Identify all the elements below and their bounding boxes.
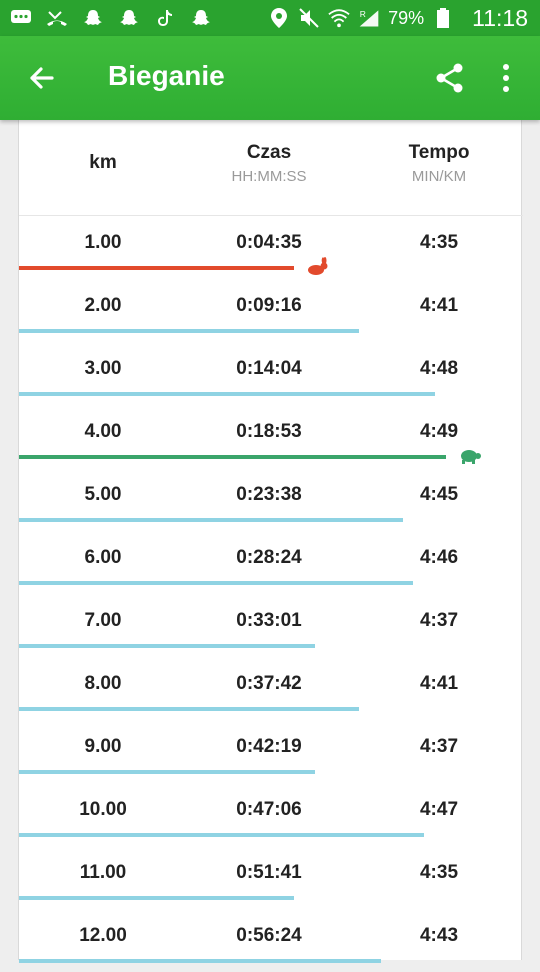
share-icon[interactable] [432,60,468,96]
column-header-km: km [53,152,153,174]
split-row: 1.00 0:04:35 4:35 [19,216,523,279]
table-header: km Czas HH:MM:SS Tempo MIN/KM [19,120,523,216]
split-km: 9.00 [84,736,122,757]
missed-call-icon [46,7,68,29]
split-row: 11.00 0:51:41 4:35 [19,846,523,909]
svg-text:R: R [360,9,366,19]
split-row: 6.00 0:28:24 4:46 [19,531,523,594]
pace-bar [19,833,424,837]
split-row: 8.00 0:37:42 4:41 [19,657,523,720]
rabbit-icon [308,257,328,275]
pace-bar [19,392,435,396]
tempo-header-label: Tempo [408,142,470,163]
wifi-icon [328,7,350,29]
split-row: 4.00 0:18:53 4:49 [19,405,523,468]
column-header-czas: Czas HH:MM:SS [189,142,349,185]
split-tempo: 4:41 [419,673,459,694]
snapchat-icon [82,7,104,29]
split-czas: 0:14:04 [236,358,302,379]
split-row: 7.00 0:33:01 4:37 [19,594,523,657]
pace-bar [19,644,315,648]
split-czas: 0:37:42 [236,673,302,694]
split-row: 12.00 0:56:24 4:43 [19,909,523,972]
split-km: 2.00 [84,295,122,316]
split-tempo: 4:43 [419,925,459,946]
split-czas: 0:18:53 [236,421,302,442]
split-row: 2.00 0:09:16 4:41 [19,279,523,342]
split-tempo: 4:35 [419,862,459,883]
split-czas: 0:42:19 [236,736,302,757]
split-km: 7.00 [84,610,122,631]
split-km: 4.00 [84,421,122,442]
pace-bar [19,770,315,774]
battery-icon [432,7,454,29]
split-km: 1.00 [84,232,122,253]
turtle-icon [461,450,481,464]
split-row: 9.00 0:42:19 4:37 [19,720,523,783]
split-czas: 0:33:01 [236,610,302,631]
more-options-icon[interactable] [494,60,518,96]
tiktok-icon [154,7,176,29]
split-tempo: 4:37 [419,610,459,631]
pace-bar [19,329,359,333]
tempo-unit-label: MIN/KM [411,168,467,185]
status-bar: R 79% 11:18 [0,0,540,36]
split-czas: 0:51:41 [236,862,302,883]
split-czas: 0:28:24 [236,547,302,568]
app-bar: Bieganie [0,36,540,120]
czas-header-label: Czas [246,142,292,163]
split-czas: 0:47:06 [236,799,302,820]
czas-unit-label: HH:MM:SS [231,168,307,185]
back-arrow-icon[interactable] [24,60,60,96]
pace-bar [19,518,403,522]
snapchat-icon [190,7,212,29]
split-km: 11.00 [79,862,127,883]
split-czas: 0:56:24 [236,925,302,946]
split-czas: 0:04:35 [236,232,302,253]
split-tempo: 4:41 [419,295,459,316]
km-header-label: km [89,152,117,173]
split-km: 5.00 [84,484,122,505]
split-row: 10.00 0:47:06 4:47 [19,783,523,846]
split-tempo: 4:49 [419,421,459,442]
split-tempo: 4:46 [419,547,459,568]
split-km: 8.00 [84,673,122,694]
pace-bar [19,455,446,459]
split-km: 6.00 [84,547,122,568]
chat-icon [10,7,32,29]
split-km: 12.00 [79,925,127,946]
page-title: Bieganie [108,60,225,91]
pace-bar [19,896,294,900]
pace-bar [19,707,359,711]
splits-card: km Czas HH:MM:SS Tempo MIN/KM 1.00 0:04:3… [18,120,523,963]
pace-bar [19,581,413,585]
split-tempo: 4:37 [419,736,459,757]
split-km: 10.00 [79,799,127,820]
signal-icon: R [358,7,380,29]
location-icon [268,7,290,29]
pace-bar [19,266,294,270]
split-czas: 0:09:16 [236,295,302,316]
split-row: 3.00 0:14:04 4:48 [19,342,523,405]
split-czas: 0:23:38 [236,484,302,505]
mute-icon [298,7,320,29]
battery-percent: 79% [388,7,425,28]
split-row: 5.00 0:23:38 4:45 [19,468,523,531]
snapchat-icon [118,7,140,29]
split-tempo: 4:47 [419,799,459,820]
clock: 11:18 [472,4,528,31]
split-tempo: 4:48 [419,358,459,379]
split-km: 3.00 [84,358,122,379]
split-tempo: 4:35 [419,232,459,253]
column-header-tempo: Tempo MIN/KM [379,142,499,185]
split-tempo: 4:45 [419,484,459,505]
